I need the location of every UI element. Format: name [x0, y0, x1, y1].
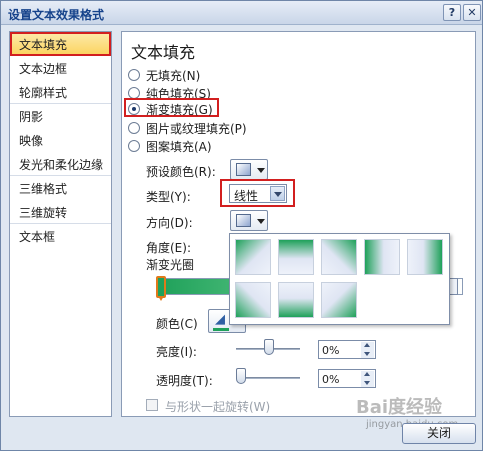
direction-dropdown[interactable]	[230, 210, 268, 231]
brightness-value: 0%	[322, 344, 340, 357]
nav-item-reflection[interactable]: 映像	[10, 128, 111, 152]
nav-item-shadow[interactable]: 阴影	[10, 104, 111, 128]
transparency-value: 0%	[322, 373, 340, 386]
radio-label: 渐变填充(G)	[146, 103, 213, 117]
radio-label: 图片或纹理填充(P)	[146, 122, 247, 136]
type-label: 类型(Y):	[146, 190, 191, 204]
rotate-with-shape-label: 与形状一起旋转(W)	[165, 400, 271, 414]
nav-item-3d-rotation[interactable]: 三维旋转	[10, 200, 111, 224]
radio-circle-selected[interactable]	[128, 103, 140, 115]
direction-option-linear-diagonal-top-right[interactable]	[321, 239, 357, 275]
nav-item-label: 轮廓样式	[19, 86, 68, 100]
nav-item-label: 三维旋转	[19, 206, 68, 220]
close-button[interactable]: 关闭	[402, 423, 476, 444]
gradient-swatch-icon	[236, 163, 251, 176]
direction-option-linear-diagonal-bottom-right[interactable]	[321, 282, 357, 318]
direction-option-linear-left[interactable]	[407, 239, 443, 275]
nav-item-label: 映像	[19, 134, 44, 148]
title-bar: 设置文本效果格式 ? ✕	[1, 1, 482, 25]
nav-item-label: 阴影	[19, 110, 44, 124]
chevron-down-icon[interactable]	[270, 186, 285, 201]
nav-item-label: 文本填充	[19, 38, 68, 52]
dialog-window: 设置文本效果格式 ? ✕ 文本填充 文本边框 轮廓样式 阴影 映像 发光和柔化边…	[0, 0, 483, 451]
category-list: 文本填充 文本边框 轮廓样式 阴影 映像 发光和柔化边缘 三维格式 三维旋转 文…	[9, 31, 112, 417]
direction-option-linear-diagonal-top-left[interactable]	[235, 239, 271, 275]
brightness-slider-thumb[interactable]	[264, 339, 274, 355]
settings-panel: 文本填充 无填充(N) 纯色填充(S) 渐变填充(G) 图片或纹理填充(P) 图…	[121, 31, 476, 417]
transparency-slider-thumb[interactable]	[236, 368, 246, 384]
brightness-spinner[interactable]: 0%	[318, 340, 376, 359]
chevron-down-icon	[257, 168, 265, 173]
panel-heading: 文本填充	[131, 43, 196, 62]
spin-down-icon[interactable]	[361, 350, 374, 358]
direction-option-linear-diagonal-bottom-left[interactable]	[235, 282, 271, 318]
help-button[interactable]: ?	[443, 4, 461, 21]
type-select[interactable]: 线性	[229, 184, 287, 203]
watermark-text: Bai度经验	[356, 397, 443, 418]
nav-item-text-fill[interactable]: 文本填充	[10, 32, 111, 56]
color-label: 颜色(C)	[156, 317, 198, 331]
nav-item-glow-soft-edges[interactable]: 发光和柔化边缘	[10, 152, 111, 176]
type-value: 线性	[234, 189, 259, 203]
color-indicator	[213, 328, 229, 331]
dialog-title: 设置文本效果格式	[8, 8, 105, 22]
rotate-with-shape-checkbox[interactable]	[146, 399, 158, 411]
nav-item-label: 三维格式	[19, 182, 68, 196]
radio-label: 图案填充(A)	[146, 140, 212, 154]
angle-label: 角度(E):	[146, 241, 191, 255]
chevron-down-icon	[257, 219, 265, 224]
gradient-swatch-icon	[236, 214, 251, 227]
nav-item-text-outline[interactable]: 文本边框	[10, 56, 111, 80]
nav-item-label: 文本边框	[19, 62, 68, 76]
nav-item-outline-style[interactable]: 轮廓样式	[10, 80, 111, 104]
direction-option-linear-down[interactable]	[278, 239, 314, 275]
transparency-label: 透明度(T):	[156, 374, 213, 388]
gradient-stops-label: 渐变光圈	[146, 258, 195, 272]
nav-item-text-box[interactable]: 文本框	[10, 224, 111, 248]
nav-item-label: 发光和柔化边缘	[19, 158, 104, 172]
direction-gallery-popup	[229, 233, 450, 325]
radio-circle[interactable]	[128, 122, 140, 134]
brightness-label: 亮度(I):	[156, 345, 197, 359]
nav-item-3d-format[interactable]: 三维格式	[10, 176, 111, 200]
close-window-button[interactable]: ✕	[463, 4, 481, 21]
paint-bucket-icon: ◢	[215, 312, 225, 327]
radio-circle[interactable]	[128, 69, 140, 81]
spin-down-icon[interactable]	[361, 379, 374, 387]
radio-circle[interactable]	[128, 140, 140, 152]
direction-label: 方向(D):	[146, 216, 193, 230]
direction-option-linear-right[interactable]	[364, 239, 400, 275]
spin-up-icon[interactable]	[361, 371, 374, 379]
nav-item-label: 文本框	[19, 230, 56, 244]
preset-colors-dropdown[interactable]	[230, 159, 268, 180]
gradient-stop-handle[interactable]	[156, 276, 166, 301]
preset-colors-label: 预设颜色(R):	[146, 165, 216, 179]
spin-up-icon[interactable]	[361, 342, 374, 350]
direction-option-linear-up[interactable]	[278, 282, 314, 318]
transparency-spinner[interactable]: 0%	[318, 369, 376, 388]
radio-label: 无填充(N)	[146, 69, 201, 83]
